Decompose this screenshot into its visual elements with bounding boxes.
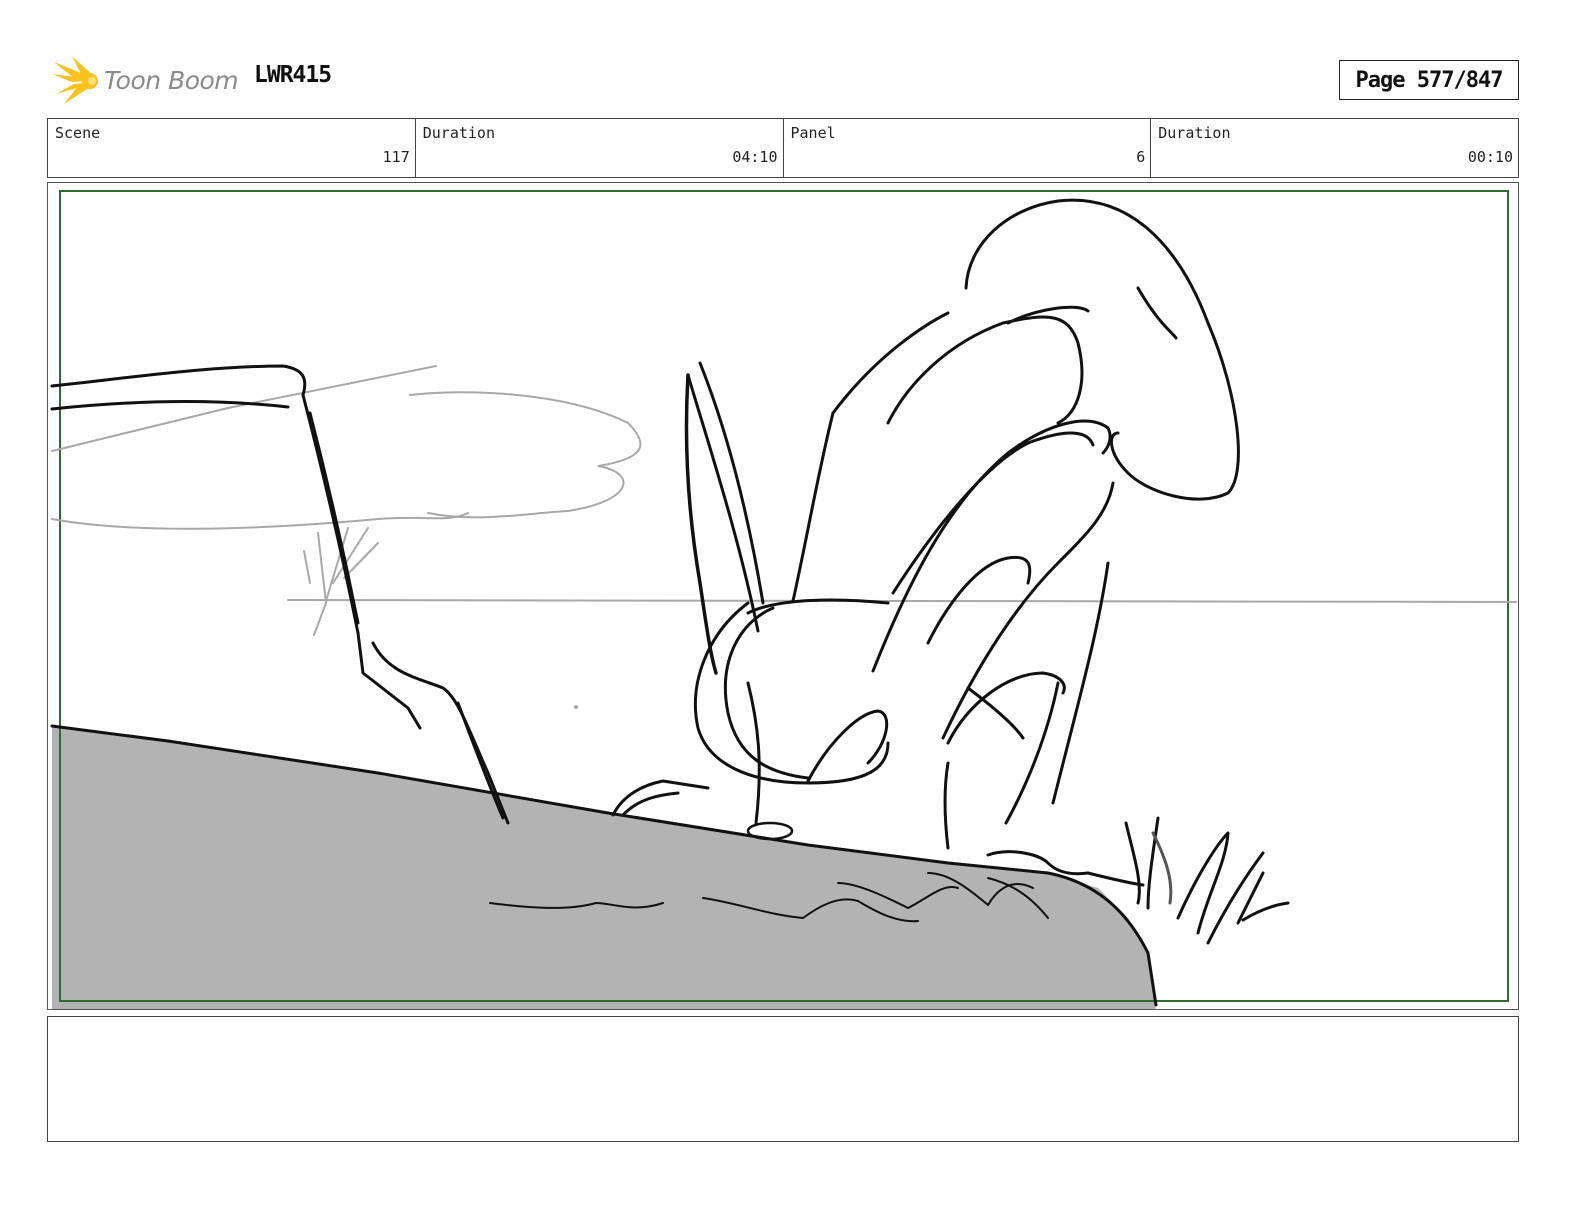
panel-cell: Panel 6 [784, 119, 1152, 177]
scene-cell: Scene 117 [48, 119, 416, 177]
panel-duration-label: Duration [1158, 124, 1231, 142]
scene-info-table: Scene 117 Duration 04:10 Panel 6 Duratio… [47, 118, 1519, 178]
scene-number: 117 [382, 148, 410, 166]
panel-duration-value: 00:10 [1467, 148, 1513, 166]
scene-label: Scene [55, 124, 101, 142]
project-code: LWR415 [254, 62, 332, 88]
toon-boom-logo: Toon Boom [50, 54, 240, 108]
storyboard-sketch [50, 190, 1517, 1009]
panel-notes-box [47, 1016, 1519, 1142]
storyboard-panel-frame [47, 182, 1519, 1010]
scene-duration-label: Duration [422, 124, 495, 142]
panel-number: 6 [1136, 148, 1146, 166]
toon-boom-star-icon [52, 56, 98, 104]
logo-text: Toon Boom [104, 66, 239, 95]
page-indicator: Page 577/847 [1339, 60, 1519, 100]
panel-label: Panel [790, 124, 836, 142]
panel-duration-cell: Duration 00:10 [1151, 119, 1518, 177]
scene-duration-value: 04:10 [732, 148, 778, 166]
scene-duration-cell: Duration 04:10 [416, 119, 784, 177]
background-sketch [51, 365, 1517, 709]
